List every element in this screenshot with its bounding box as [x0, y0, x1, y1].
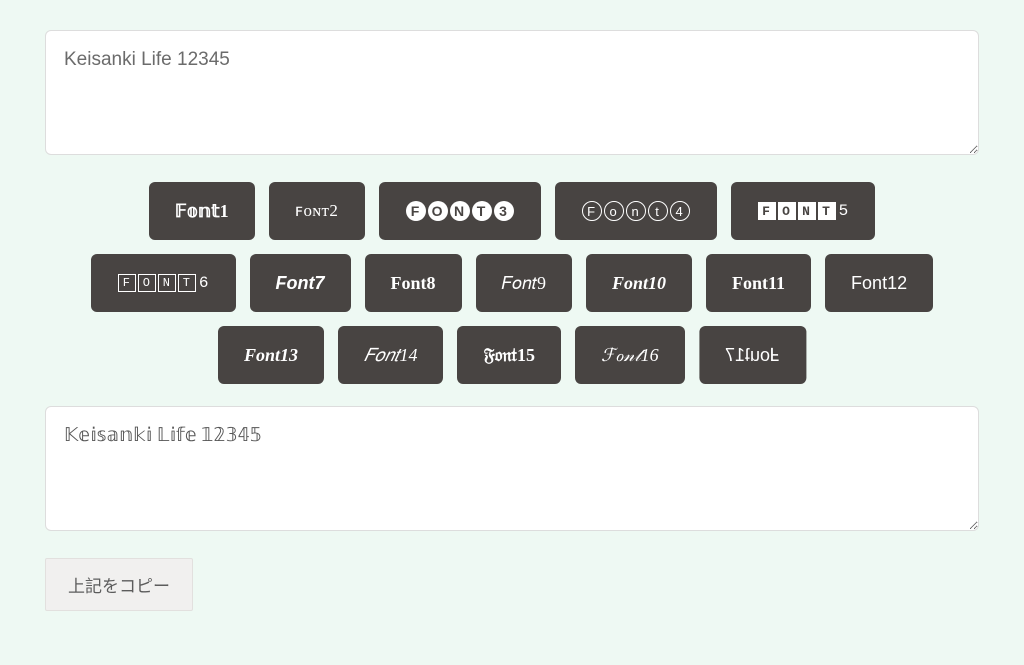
font-button-14[interactable]: 𝐹𝑜𝑛𝑡14: [338, 326, 443, 384]
font-button-16[interactable]: ℱℴ𝓃𝓉16: [575, 326, 685, 384]
font-button-2[interactable]: ꜰᴏɴᴛ2: [269, 182, 365, 240]
font-converter-panel: 𝔽𝕠𝕟𝕥1ꜰᴏɴᴛ2FONT3Font4FONT5 FONT6Font7Font8…: [45, 30, 979, 611]
output-textarea[interactable]: [45, 406, 979, 531]
font-button-3[interactable]: FONT3: [379, 182, 541, 240]
font-button-12[interactable]: Font12: [825, 254, 933, 312]
font-button-17[interactable]: Ⅎouʇ17: [699, 326, 806, 384]
font-button-13[interactable]: Font13: [218, 326, 324, 384]
font-button-9[interactable]: 𝐹𝑜𝑛𝑡9: [476, 254, 572, 312]
font-button-11[interactable]: Font11: [706, 254, 811, 312]
font-button-7[interactable]: Font7: [250, 254, 351, 312]
font-button-8[interactable]: Font8: [365, 254, 462, 312]
font-button-10[interactable]: Font10: [586, 254, 692, 312]
font-button-6[interactable]: FONT6: [91, 254, 236, 312]
font-button-4[interactable]: Font4: [555, 182, 717, 240]
font-button-1[interactable]: 𝔽𝕠𝕟𝕥1: [149, 182, 255, 240]
copy-button[interactable]: 上記をコピー: [45, 558, 193, 611]
font-button-5[interactable]: FONT5: [731, 182, 876, 240]
font-button-15[interactable]: 𝔉𝔬𝔫𝔱15: [457, 326, 560, 384]
font-button-grid: 𝔽𝕠𝕟𝕥1ꜰᴏɴᴛ2FONT3Font4FONT5 FONT6Font7Font8…: [45, 182, 979, 384]
input-textarea[interactable]: [45, 30, 979, 155]
